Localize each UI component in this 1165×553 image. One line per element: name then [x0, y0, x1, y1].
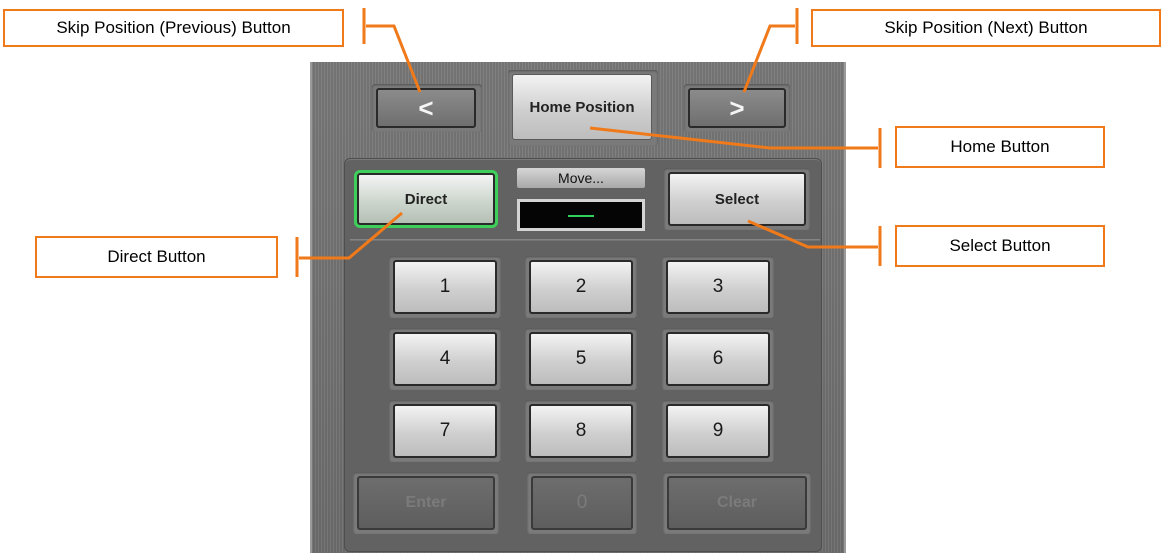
move-label: Move...	[517, 168, 645, 188]
skip-position-previous-button[interactable]: <	[376, 88, 476, 128]
callout-select: Select Button	[895, 225, 1105, 267]
display-dash	[568, 215, 594, 217]
key-0-button[interactable]: 0	[531, 476, 633, 530]
enter-button[interactable]: Enter	[357, 476, 495, 530]
home-position-button[interactable]: Home Position	[512, 74, 652, 140]
key-2-button[interactable]: 2	[529, 260, 633, 314]
divider	[350, 239, 820, 242]
key-3-button[interactable]: 3	[666, 260, 770, 314]
key-6-button[interactable]: 6	[666, 332, 770, 386]
select-button[interactable]: Select	[668, 172, 806, 226]
move-display	[517, 199, 645, 231]
key-7-button[interactable]: 7	[393, 404, 497, 458]
callout-skip-previous: Skip Position (Previous) Button	[3, 9, 344, 47]
key-9-button[interactable]: 9	[666, 404, 770, 458]
key-1-button[interactable]: 1	[393, 260, 497, 314]
clear-button[interactable]: Clear	[667, 476, 807, 530]
callout-direct: Direct Button	[35, 236, 278, 278]
direct-button[interactable]: Direct	[354, 170, 498, 228]
key-5-button[interactable]: 5	[529, 332, 633, 386]
key-4-button[interactable]: 4	[393, 332, 497, 386]
callout-home: Home Button	[895, 126, 1105, 168]
skip-position-next-button[interactable]: >	[688, 88, 786, 128]
key-8-button[interactable]: 8	[529, 404, 633, 458]
callout-skip-next: Skip Position (Next) Button	[811, 9, 1161, 47]
